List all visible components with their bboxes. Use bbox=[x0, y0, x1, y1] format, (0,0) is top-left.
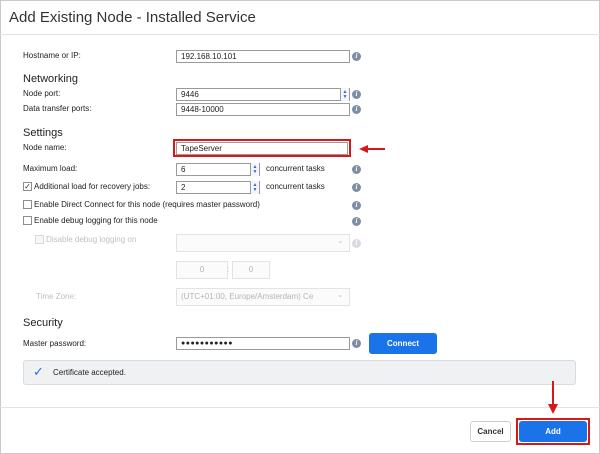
connect-button[interactable]: Connect bbox=[369, 333, 437, 354]
max-load-stepper[interactable]: ▲ ▼ bbox=[250, 163, 259, 176]
max-load-info-icon[interactable]: i bbox=[352, 165, 361, 174]
direct-connect-checkbox[interactable] bbox=[23, 200, 32, 209]
master-password-info-icon[interactable]: i bbox=[352, 339, 361, 348]
node-port-field[interactable]: 9446 ▲ ▼ bbox=[176, 88, 350, 101]
hostname-input[interactable]: 192.168.10.101 bbox=[176, 50, 350, 63]
disable-debug-info-icon: i bbox=[352, 239, 361, 248]
time-minutes-input: 0 bbox=[232, 261, 270, 279]
debug-logging-checkbox[interactable] bbox=[23, 216, 32, 225]
recovery-load-value: 2 bbox=[181, 183, 186, 192]
node-port-stepper[interactable]: ▲ ▼ bbox=[340, 88, 349, 101]
disable-debug-label: Disable debug logging on bbox=[46, 235, 137, 244]
time-zone-select: (UTC+01:00, Europe/Amsterdam) Ce bbox=[176, 288, 350, 306]
debug-logging-info-icon[interactable]: i bbox=[352, 217, 361, 226]
time-zone-label: Time Zone: bbox=[36, 292, 77, 301]
recovery-load-info-icon[interactable]: i bbox=[352, 183, 361, 192]
node-port-value: 9446 bbox=[181, 90, 199, 99]
chevron-down-icon: ⌄ bbox=[337, 290, 344, 299]
max-load-unit: concurrent tasks bbox=[266, 164, 325, 173]
transfer-ports-info-icon[interactable]: i bbox=[352, 105, 361, 114]
debug-logging-label: Enable debug logging for this node bbox=[34, 216, 158, 225]
max-load-label: Maximum load: bbox=[23, 164, 78, 173]
node-port-label: Node port: bbox=[23, 89, 61, 98]
dialog-window bbox=[0, 0, 600, 454]
node-name-input[interactable]: TapeServer bbox=[176, 142, 348, 155]
max-load-value: 6 bbox=[181, 165, 186, 174]
recovery-load-unit: concurrent tasks bbox=[266, 182, 325, 191]
footer-divider bbox=[0, 407, 600, 408]
time-separator: : bbox=[227, 265, 230, 274]
add-button[interactable]: Add bbox=[519, 421, 587, 442]
direct-connect-label: Enable Direct Connect for this node (req… bbox=[34, 200, 260, 209]
disable-debug-select bbox=[176, 234, 350, 252]
spin-down-icon[interactable]: ▼ bbox=[253, 169, 258, 175]
chevron-down-icon: ⌄ bbox=[337, 236, 344, 245]
transfer-ports-input[interactable]: 9448-10000 bbox=[176, 103, 350, 116]
hostname-label: Hostname or IP: bbox=[23, 51, 81, 60]
recovery-load-stepper[interactable]: ▲ ▼ bbox=[250, 181, 259, 194]
settings-heading: Settings bbox=[23, 127, 63, 139]
recovery-load-label: Additional load for recovery jobs: bbox=[34, 182, 151, 191]
time-hours-input: 0 bbox=[176, 261, 228, 279]
max-load-field[interactable]: 6 ▲ ▼ bbox=[176, 163, 260, 176]
security-heading: Security bbox=[23, 317, 63, 329]
certificate-status-text: Certificate accepted. bbox=[53, 368, 126, 377]
title-divider bbox=[0, 34, 600, 35]
master-password-label: Master password: bbox=[23, 339, 87, 348]
arrow-down-icon bbox=[548, 404, 558, 414]
arrow-left-shaft bbox=[367, 148, 385, 150]
check-icon: ✓ bbox=[33, 364, 44, 379]
spin-down-icon[interactable]: ▼ bbox=[343, 94, 348, 100]
arrow-down-shaft bbox=[552, 381, 554, 405]
networking-heading: Networking bbox=[23, 73, 79, 85]
disable-debug-checkbox bbox=[35, 235, 44, 244]
node-name-label: Node name: bbox=[23, 143, 67, 152]
node-port-info-icon[interactable]: i bbox=[352, 90, 361, 99]
hostname-info-icon[interactable]: i bbox=[352, 52, 361, 61]
recovery-load-field[interactable]: 2 ▲ ▼ bbox=[176, 181, 260, 194]
direct-connect-info-icon[interactable]: i bbox=[352, 201, 361, 210]
cancel-button[interactable]: Cancel bbox=[470, 421, 511, 442]
transfer-ports-label: Data transfer ports: bbox=[23, 104, 92, 113]
spin-down-icon[interactable]: ▼ bbox=[253, 187, 258, 193]
master-password-input[interactable]: ●●●●●●●●●●● bbox=[176, 337, 350, 350]
recovery-load-checkbox[interactable]: ✓ bbox=[23, 182, 32, 191]
dialog-title: Add Existing Node - Installed Service bbox=[9, 9, 256, 26]
